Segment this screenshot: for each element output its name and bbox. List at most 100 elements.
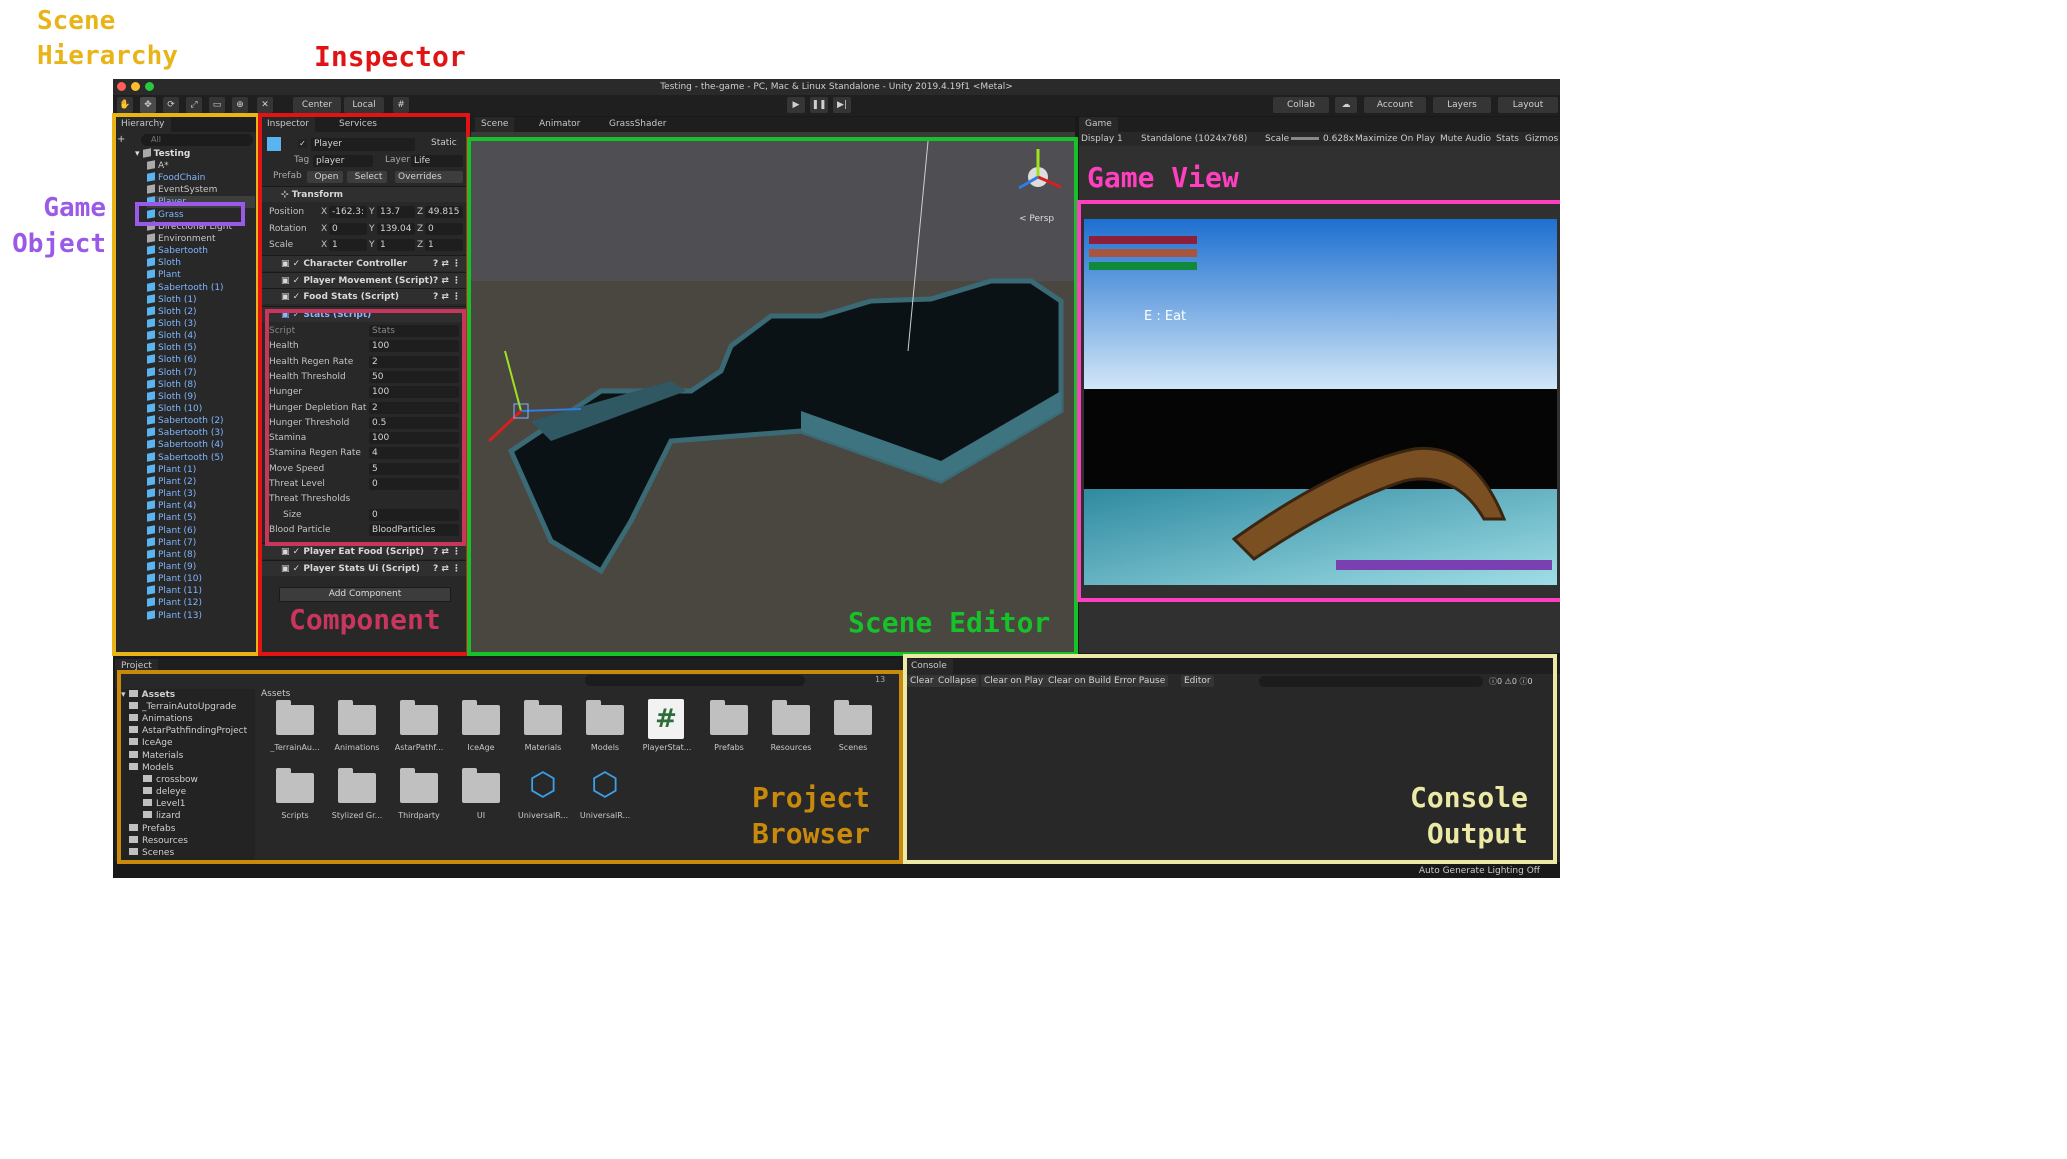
folder-icon[interactable] — [462, 700, 500, 735]
hierarchy-search-input[interactable]: All — [141, 134, 253, 146]
render-pipeline-asset-icon[interactable]: ⬡ — [523, 763, 563, 805]
stats-field-value[interactable]: 2 — [369, 355, 459, 368]
position-field-z[interactable]: 49.815 — [425, 206, 463, 218]
minimize-button[interactable] — [131, 82, 140, 91]
stats-toggle[interactable]: Stats — [1496, 132, 1519, 146]
collab-dropdown[interactable]: Collab — [1273, 97, 1329, 113]
tab-hierarchy[interactable]: Hierarchy — [115, 117, 171, 132]
rotation-field-x[interactable]: 0 — [329, 223, 367, 235]
gizmos-toggle[interactable]: Gizmos — [1525, 132, 1558, 146]
tag-dropdown[interactable]: player — [313, 155, 373, 167]
pivot-local-button[interactable]: Local — [344, 97, 384, 113]
step-button[interactable]: ▶| — [833, 97, 851, 113]
hierarchy-item[interactable]: Sloth (6) — [147, 354, 197, 366]
console-button-clear[interactable]: Clear — [907, 675, 937, 687]
folder-icon[interactable] — [400, 768, 438, 803]
rect-tool-icon[interactable]: ▭ — [209, 97, 225, 113]
hierarchy-item[interactable]: EventSystem — [147, 184, 217, 196]
add-object-button[interactable]: + — [117, 134, 129, 145]
hierarchy-item[interactable]: Sloth (9) — [147, 391, 197, 403]
tree-root[interactable]: ▾ Assets — [121, 689, 175, 701]
project-folder[interactable]: lizard — [143, 810, 181, 822]
hierarchy-item[interactable]: Sloth (2) — [147, 306, 197, 318]
position-field-x[interactable]: -162.3: — [329, 206, 367, 218]
hierarchy-item[interactable]: Sabertooth (5) — [147, 451, 224, 464]
stats-field-value[interactable]: 100 — [369, 432, 459, 445]
custom-tool-icon[interactable]: ✕ — [257, 97, 273, 113]
component-header[interactable]: ▣ ✓ Player Eat Food (Script) ? ⇄ ⋮ — [261, 543, 467, 559]
tab-project[interactable]: Project — [115, 659, 158, 674]
hierarchy-item[interactable]: Environment — [147, 233, 215, 245]
prefab-open-button[interactable]: Open — [307, 171, 343, 183]
tab-inspector[interactable]: Inspector — [261, 117, 315, 132]
project-folder[interactable]: deleye — [143, 786, 186, 798]
hierarchy-item[interactable]: Plant (1) — [147, 464, 196, 476]
folder-icon[interactable] — [710, 700, 748, 735]
pause-button[interactable]: ❚❚ — [810, 97, 828, 113]
project-folder[interactable]: Scenes — [129, 847, 174, 859]
hierarchy-item[interactable]: Sabertooth — [147, 245, 208, 257]
display-dropdown[interactable]: Display 1 — [1081, 132, 1123, 146]
project-folder[interactable]: Models — [129, 762, 174, 774]
project-search-input[interactable] — [585, 675, 805, 686]
console-button-editor[interactable]: Editor — [1181, 675, 1214, 687]
close-button[interactable] — [117, 82, 126, 91]
hierarchy-item[interactable]: Plant (8) — [147, 549, 196, 561]
position-field-y[interactable]: 13.7 — [377, 206, 415, 218]
account-dropdown[interactable]: Account — [1364, 97, 1426, 113]
folder-icon[interactable] — [338, 700, 376, 735]
scale-slider[interactable] — [1291, 137, 1319, 140]
hierarchy-item[interactable]: A* — [147, 160, 169, 172]
mute-audio-toggle[interactable]: Mute Audio — [1440, 132, 1491, 146]
hierarchy-item[interactable]: Plant (7) — [147, 536, 196, 549]
project-folder[interactable]: Animations — [129, 713, 193, 725]
static-toggle[interactable]: Static — [431, 138, 457, 148]
hierarchy-item[interactable]: Plant (6) — [147, 524, 196, 537]
grid-snap-icon[interactable]: # — [393, 97, 409, 113]
folder-icon[interactable] — [524, 700, 562, 735]
folder-icon[interactable] — [276, 768, 314, 803]
project-folder[interactable]: _TerrainAutoUpgrade — [129, 701, 236, 713]
project-folder[interactable]: IceAge — [129, 737, 173, 749]
console-button-collapse[interactable]: Collapse — [935, 675, 980, 687]
stats-field-value[interactable]: 0 — [369, 478, 459, 490]
console-search-input[interactable] — [1259, 676, 1483, 687]
hierarchy-item[interactable]: Sloth (8) — [147, 378, 197, 391]
add-component-button[interactable]: Add Component — [279, 587, 451, 602]
active-checkbox[interactable]: ✓ — [298, 139, 307, 148]
project-folder[interactable]: Materials — [129, 750, 183, 762]
hierarchy-item[interactable]: Plant (11) — [147, 585, 202, 597]
game-viewport[interactable]: E : Eat — [1084, 219, 1557, 585]
stats-field-value[interactable]: 0 — [369, 508, 459, 521]
stats-field-value[interactable]: 100 — [369, 340, 459, 353]
component-header[interactable]: ▣ ✓ Player Movement (Script)? ⇄ ⋮ — [261, 271, 467, 289]
hierarchy-item[interactable]: Plant — [147, 269, 181, 281]
tab-console[interactable]: Console — [905, 659, 953, 674]
folder-icon[interactable] — [400, 700, 438, 735]
folder-icon[interactable] — [462, 768, 500, 803]
tab-services[interactable]: Services — [333, 117, 383, 132]
project-folder[interactable]: Level1 — [143, 798, 185, 810]
stats-field-value[interactable]: 5 — [369, 462, 459, 475]
stats-field-value[interactable]: 100 — [369, 386, 459, 399]
hierarchy-item[interactable]: Plant (13) — [147, 609, 202, 622]
hierarchy-item[interactable]: Plant (12) — [147, 597, 202, 609]
component-header[interactable]: ▣ ✓ Player Stats Ui (Script) ? ⇄ ⋮ — [261, 559, 467, 576]
hierarchy-item[interactable]: Sloth (7) — [147, 366, 197, 379]
scale-field-x[interactable]: 1 — [329, 239, 367, 251]
tab-animator[interactable]: Animator — [533, 117, 586, 132]
hierarchy-item[interactable]: Sabertooth (1) — [147, 281, 224, 294]
cloud-icon[interactable]: ☁ — [1335, 97, 1357, 113]
stats-field-value[interactable]: 50 — [369, 370, 459, 383]
scale-tool-icon[interactable]: ⤢ — [186, 97, 202, 113]
component-menu-icon[interactable]: ? ⇄ ⋮ — [433, 273, 461, 289]
console-button-clear-on-build[interactable]: Clear on Build — [1045, 675, 1115, 687]
layout-dropdown[interactable]: Layout — [1498, 97, 1558, 113]
hierarchy-item[interactable]: Sloth — [147, 257, 181, 269]
hierarchy-item[interactable]: Plant (5) — [147, 512, 196, 524]
console-button-clear-on-play[interactable]: Clear on Play — [981, 675, 1047, 687]
component-header[interactable]: ▣ ✓ Character Controller ? ⇄ ⋮ — [261, 255, 467, 271]
transform-tool-icon[interactable]: ⊕ — [232, 97, 248, 113]
maximize-on-play-toggle[interactable]: Maximize On Play — [1355, 132, 1435, 146]
folder-icon[interactable] — [772, 700, 810, 735]
